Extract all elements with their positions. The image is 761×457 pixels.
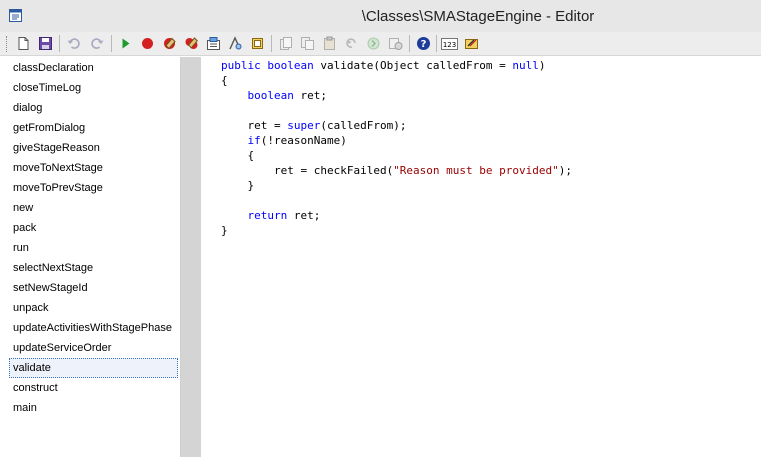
line-number-label: 123 (443, 41, 456, 49)
toolbar-separator (409, 35, 410, 52)
code-line[interactable]: ret = super(calledFrom); (221, 118, 406, 133)
code-keyword: boolean (247, 89, 294, 102)
toolbar-separator (111, 35, 112, 52)
method-list[interactable]: classDeclaration closeTimeLog dialog getFro… (0, 57, 181, 457)
properties-icon[interactable] (386, 34, 405, 53)
remove-all-breakpoints-icon[interactable] (182, 34, 201, 53)
code-line[interactable]: { (221, 73, 228, 88)
window-title: \Classes\SMAStageEngine - Editor (361, 8, 595, 25)
code-text: ret = (221, 119, 288, 132)
code-text: } (221, 224, 228, 237)
paste-icon[interactable] (320, 34, 339, 53)
method-list-item[interactable]: construct (9, 378, 178, 398)
code-line[interactable]: } (221, 178, 254, 193)
method-list-item[interactable]: moveToNextStage (9, 158, 178, 178)
method-list-item[interactable]: unpack (9, 298, 178, 318)
code-text: validate(Object calledFrom = (313, 59, 513, 72)
save-icon[interactable] (36, 34, 55, 53)
code-editor[interactable]: public boolean validate(Object calledFro… (201, 57, 761, 457)
code-text: ) (538, 59, 546, 72)
editor-window: \Classes\SMAStageEngine - Editor ? 123 c… (0, 0, 761, 457)
code-keyword: if (247, 134, 261, 147)
code-line[interactable]: return ret; (221, 208, 321, 223)
toolbar-separator (271, 35, 272, 52)
code-text: ret; (293, 89, 327, 102)
code-keyword: null (512, 59, 539, 72)
method-list-item[interactable]: selectNextStage (9, 258, 178, 278)
code-text: { (221, 74, 228, 87)
open-icon[interactable] (276, 34, 295, 53)
svg-text:?: ? (421, 39, 427, 50)
code-line[interactable]: public boolean validate(Object calledFro… (221, 58, 546, 73)
code-text: ret = checkFailed( (221, 164, 394, 177)
code-keyword: return (247, 209, 288, 222)
back-icon[interactable] (342, 34, 361, 53)
method-list-item[interactable]: getFromDialog (9, 118, 178, 138)
compile-icon[interactable] (204, 34, 223, 53)
find-icon[interactable] (226, 34, 245, 53)
toolbar-grip[interactable] (6, 36, 9, 52)
toolbar-separator (59, 35, 60, 52)
lookup-icon[interactable] (248, 34, 267, 53)
remove-breakpoint-icon[interactable] (160, 34, 179, 53)
code-text: (calledFrom); (320, 119, 407, 132)
pane-splitter[interactable] (181, 57, 201, 457)
code-string: "Reason must be provided" (393, 164, 559, 177)
method-list-item[interactable]: dialog (9, 98, 178, 118)
code-text: { (221, 149, 255, 162)
undo-icon[interactable] (64, 34, 83, 53)
method-list-item[interactable]: pack (9, 218, 178, 238)
code-text: (!reasonName) (260, 134, 347, 147)
new-document-icon[interactable] (14, 34, 33, 53)
code-text: } (221, 179, 255, 192)
method-list-item[interactable]: updateActivitiesWithStagePhase (9, 318, 178, 338)
help-icon[interactable]: ? (414, 34, 433, 53)
code-line[interactable]: } (221, 223, 228, 238)
run-icon[interactable] (116, 34, 135, 53)
code-line[interactable]: if(!reasonName) (221, 133, 347, 148)
script-icon[interactable] (462, 34, 481, 53)
code-line[interactable]: ret = checkFailed("Reason must be provid… (221, 163, 572, 178)
copy-icon[interactable] (298, 34, 317, 53)
breakpoint-icon[interactable] (138, 34, 157, 53)
method-list-item[interactable]: run (9, 238, 178, 258)
title-bar[interactable]: \Classes\SMAStageEngine - Editor (0, 0, 761, 32)
forward-icon[interactable] (364, 34, 383, 53)
method-list-item[interactable]: setNewStageId (9, 278, 178, 298)
toolbar-separator (436, 35, 437, 52)
method-list-item[interactable]: classDeclaration (9, 58, 178, 78)
method-list-item[interactable]: updateServiceOrder (9, 338, 178, 358)
code-text: ret; (287, 209, 321, 222)
method-list-item[interactable]: validate (9, 358, 178, 378)
method-list-item[interactable]: closeTimeLog (9, 78, 178, 98)
code-line[interactable]: boolean ret; (221, 88, 327, 103)
toolbar: ? 123 (0, 32, 761, 56)
code-keyword: public boolean (221, 59, 314, 72)
line-number-icon[interactable]: 123 (440, 34, 459, 53)
method-list-item[interactable]: moveToPrevStage (9, 178, 178, 198)
method-list-item[interactable]: main (9, 398, 178, 418)
code-keyword: super (287, 119, 321, 132)
code-text: ); (558, 164, 573, 177)
code-line[interactable]: { (221, 148, 254, 163)
method-list-item[interactable]: giveStageReason (9, 138, 178, 158)
redo-icon[interactable] (88, 34, 107, 53)
method-list-item[interactable]: new (9, 198, 178, 218)
